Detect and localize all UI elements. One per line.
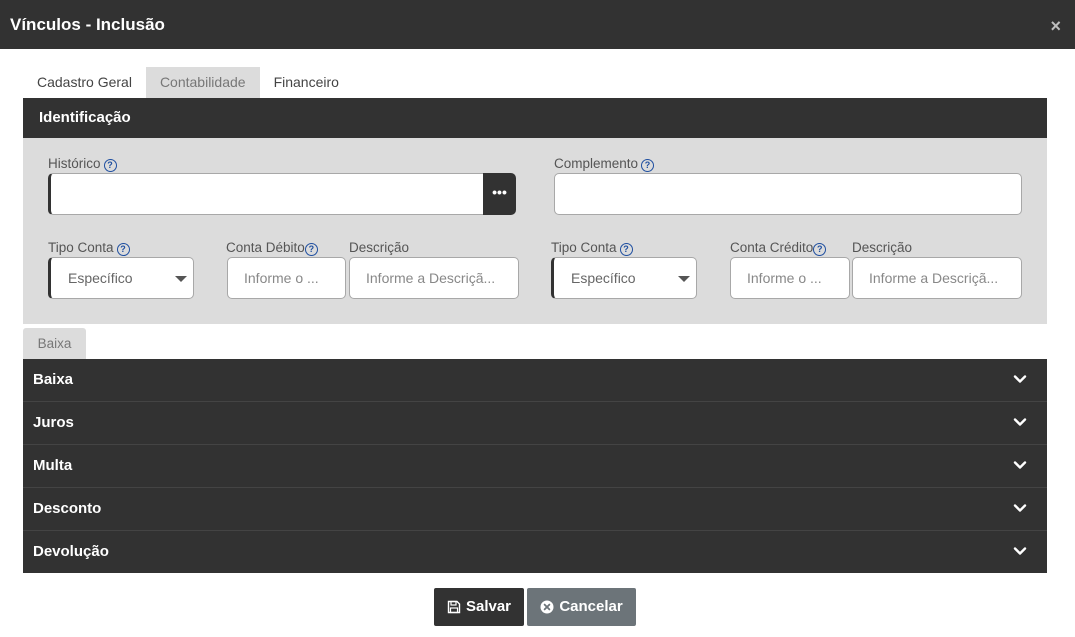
descricao-debito-input[interactable]: Informe a Descriçã... <box>349 257 519 299</box>
accordion-item-multa[interactable]: Multa <box>23 445 1047 488</box>
historico-label-text: Histórico <box>48 156 101 171</box>
help-icon[interactable]: ? <box>116 243 130 256</box>
help-icon[interactable]: ? <box>304 243 318 256</box>
tipo-conta-credito-label: Tipo Conta? <box>551 240 633 256</box>
subtab-baixa[interactable]: Baixa <box>23 328 86 359</box>
cancel-button[interactable]: Cancelar <box>527 588 636 626</box>
help-icon[interactable]: ? <box>641 159 655 172</box>
identificacao-panel: Histórico? ••• Complemento? Tipo Conta? … <box>23 138 1047 324</box>
historico-lookup-button[interactable]: ••• <box>483 173 516 215</box>
conta-credito-input[interactable]: Informe o ... <box>730 257 850 299</box>
descricao-credito-label: Descrição <box>852 240 913 255</box>
tipo-conta-debito-value: Específico <box>68 270 133 286</box>
descricao-credito-input[interactable]: Informe a Descriçã... <box>852 257 1022 299</box>
tipo-conta-credito-label-text: Tipo Conta <box>551 240 617 255</box>
chevron-down-icon <box>175 276 187 282</box>
save-button-label: Salvar <box>465 598 512 615</box>
chevron-down-icon <box>1013 418 1027 426</box>
help-icon[interactable]: ? <box>103 159 117 172</box>
x-circle-icon <box>540 600 554 614</box>
conta-debito-input[interactable]: Informe o ... <box>227 257 346 299</box>
accordion: Baixa Juros Multa Desconto Devolução <box>23 359 1047 573</box>
accordion-item-label: Desconto <box>33 500 102 517</box>
descricao-debito-label: Descrição <box>349 240 410 255</box>
complemento-input[interactable] <box>554 173 1022 215</box>
chevron-down-icon <box>1013 461 1027 469</box>
tipo-conta-debito-select[interactable]: Específico <box>48 257 194 299</box>
tab-bar: Cadastro Geral Contabilidade Financeiro <box>23 67 353 98</box>
chevron-down-icon <box>1013 547 1027 555</box>
tipo-conta-credito-value: Específico <box>571 270 636 286</box>
tab-financeiro[interactable]: Financeiro <box>260 67 353 98</box>
conta-debito-label-text: Conta Débito <box>226 240 305 255</box>
dialog-title: Vínculos - Inclusão <box>10 15 165 34</box>
tipo-conta-debito-label-text: Tipo Conta <box>48 240 114 255</box>
conta-credito-label-text: Conta Crédito <box>730 240 814 255</box>
floppy-disk-icon <box>447 600 461 614</box>
complemento-label-text: Complemento <box>554 156 639 171</box>
tipo-conta-credito-select[interactable]: Específico <box>551 257 697 299</box>
accordion-item-label: Juros <box>33 414 74 431</box>
historico-input[interactable] <box>48 173 485 215</box>
accordion-item-devolucao[interactable]: Devolução <box>23 531 1047 573</box>
conta-debito-label: Conta Débito? <box>226 240 318 256</box>
close-icon[interactable]: × <box>1050 16 1061 36</box>
accordion-item-juros[interactable]: Juros <box>23 402 1047 445</box>
modal-dialog: Vínculos - Inclusão × Cadastro Geral Con… <box>0 0 1075 637</box>
historico-label: Histórico? <box>48 156 117 172</box>
tab-cadastro-geral[interactable]: Cadastro Geral <box>23 67 146 98</box>
accordion-item-desconto[interactable]: Desconto <box>23 488 1047 531</box>
title-bar: Vínculos - Inclusão × <box>0 0 1075 49</box>
help-icon[interactable]: ? <box>813 243 827 256</box>
accordion-item-label: Devolução <box>33 543 109 560</box>
chevron-down-icon <box>1013 375 1027 383</box>
accordion-item-label: Baixa <box>33 371 74 388</box>
tipo-conta-debito-label: Tipo Conta? <box>48 240 130 256</box>
conta-credito-label: Conta Crédito? <box>730 240 827 256</box>
accordion-item-label: Multa <box>33 457 73 474</box>
section-heading-identificacao: Identificação <box>23 98 1047 138</box>
save-button[interactable]: Salvar <box>434 588 524 626</box>
accordion-item-baixa[interactable]: Baixa <box>23 359 1047 402</box>
chevron-down-icon <box>678 276 690 282</box>
tab-contabilidade[interactable]: Contabilidade <box>145 67 260 98</box>
chevron-down-icon <box>1013 504 1027 512</box>
help-icon[interactable]: ? <box>619 243 633 256</box>
cancel-button-label: Cancelar <box>559 598 623 615</box>
complemento-label: Complemento? <box>554 156 655 172</box>
